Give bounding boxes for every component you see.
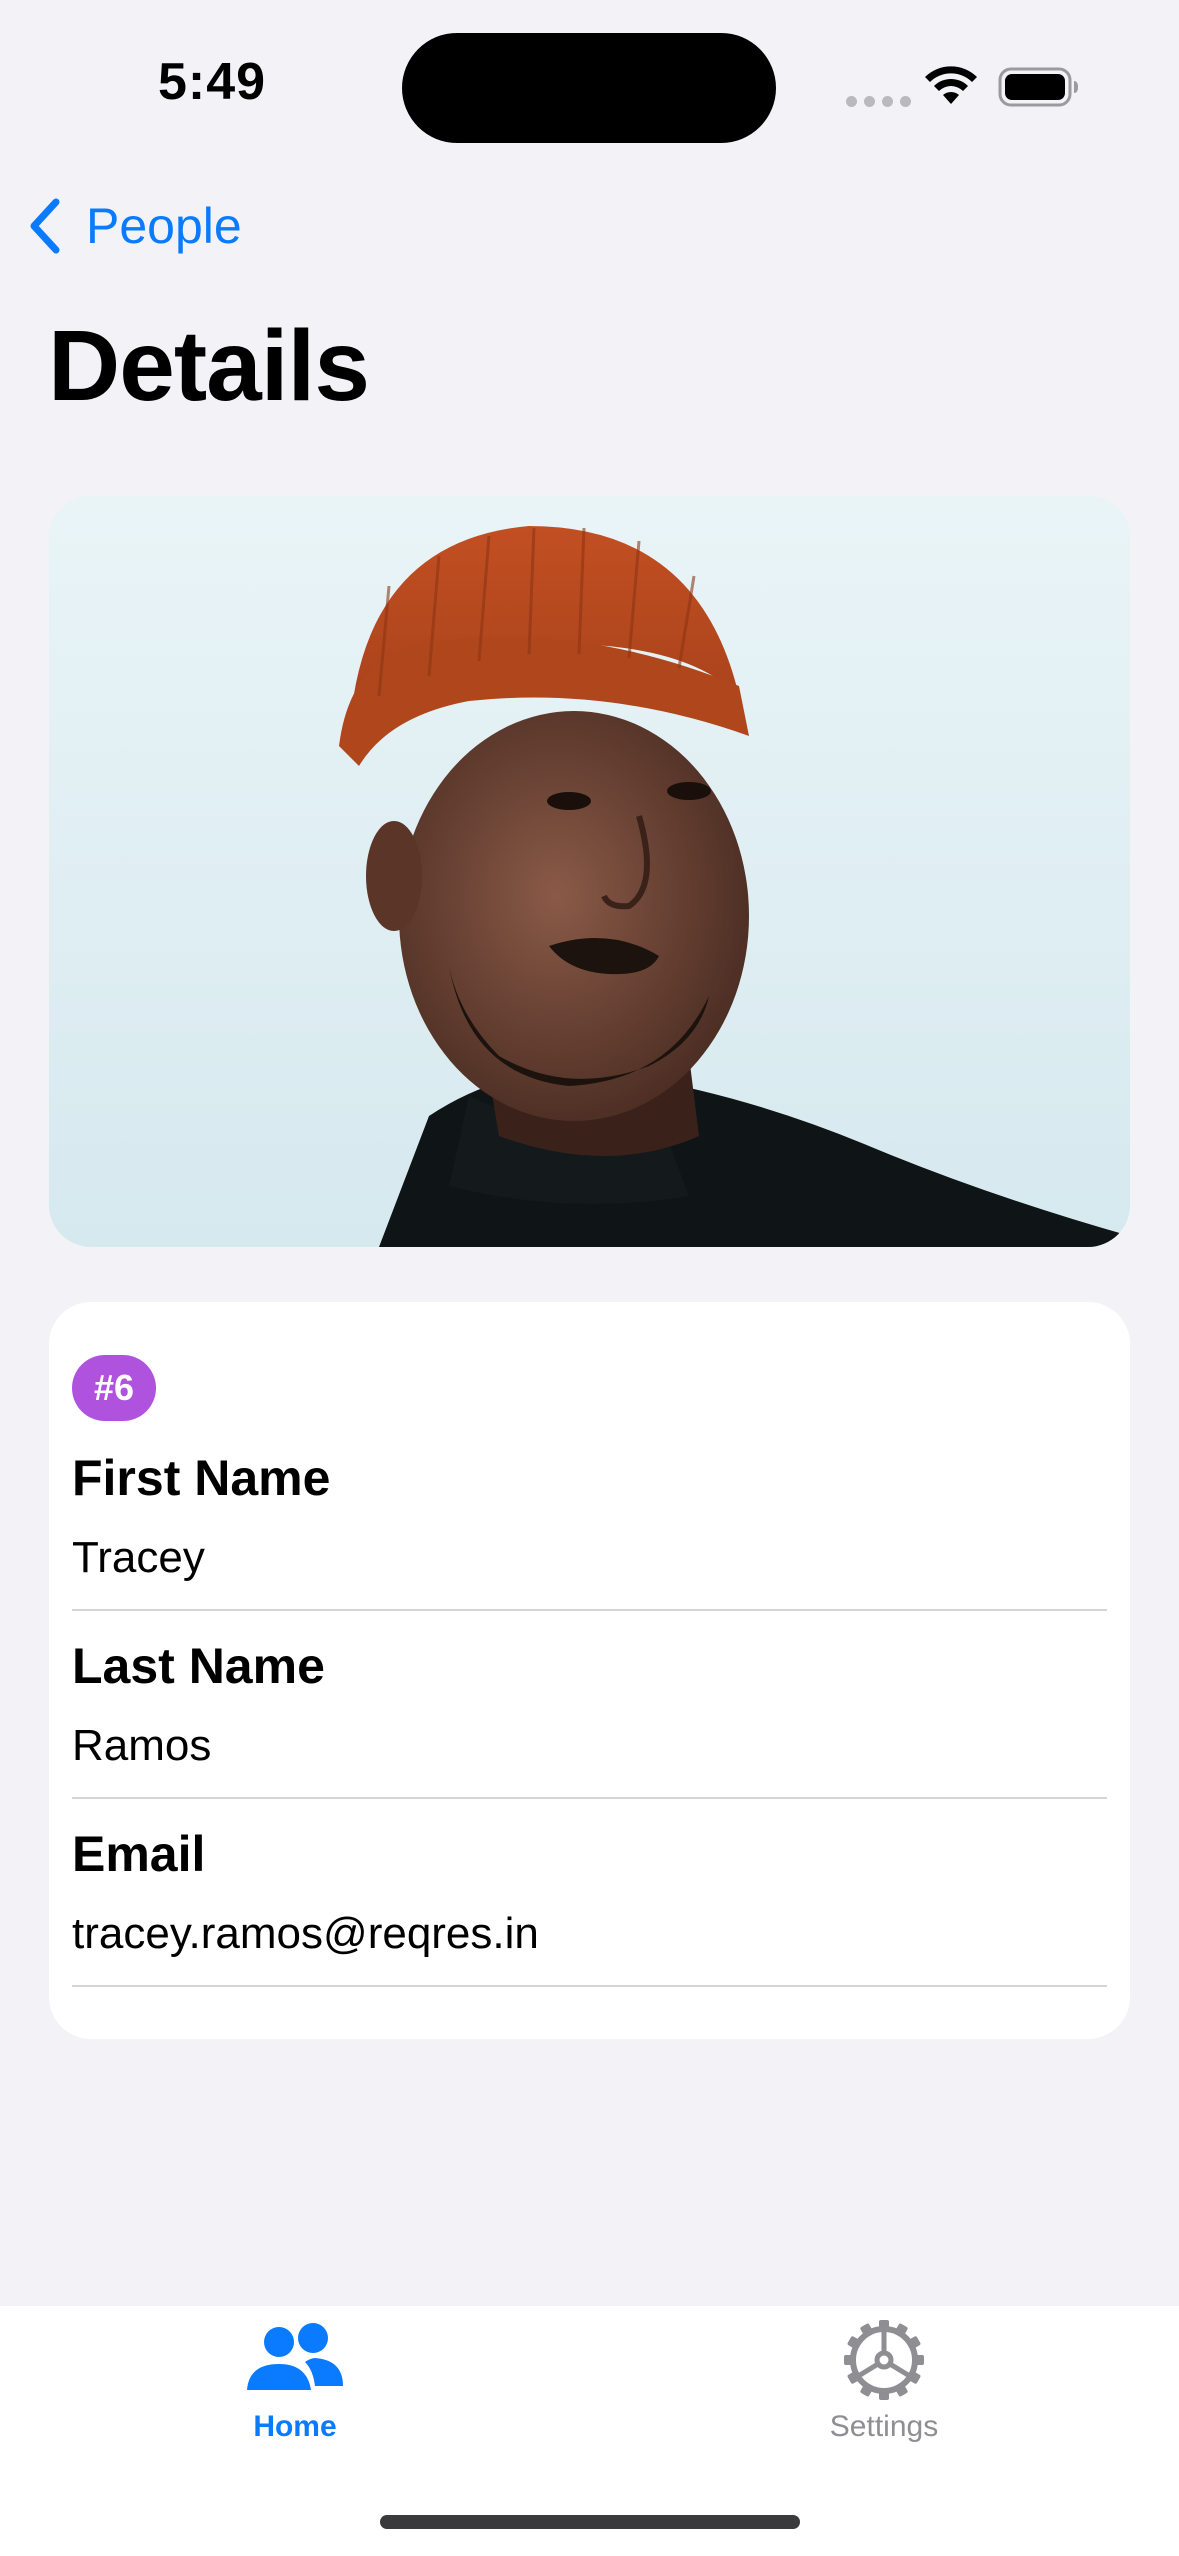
divider [72, 1797, 1107, 1799]
last-name-value: Ramos [72, 1721, 212, 1770]
cellular-signal-icon [846, 96, 911, 107]
first-name-value: Tracey [72, 1533, 205, 1582]
divider [72, 1609, 1107, 1611]
chevron-left-icon [30, 198, 60, 254]
first-name-label: First Name [72, 1450, 331, 1506]
email-value: tracey.ramos@reqres.in [72, 1909, 539, 1958]
divider [72, 1985, 1107, 1987]
gear-icon [844, 2320, 924, 2400]
profile-photo [49, 496, 1130, 1247]
tab-settings[interactable]: Settings [764, 2320, 1004, 2444]
back-button[interactable]: People [24, 196, 242, 256]
tab-home-label: Home [253, 2410, 337, 2443]
email-label: Email [72, 1826, 206, 1882]
back-button-label: People [86, 198, 242, 254]
id-badge: #6 [72, 1355, 156, 1421]
people-icon [247, 2323, 343, 2390]
dynamic-island [402, 33, 776, 143]
tab-home[interactable]: Home [175, 2320, 415, 2444]
battery-icon [998, 67, 1078, 107]
tab-settings-label: Settings [829, 2410, 939, 2443]
last-name-label: Last Name [72, 1638, 325, 1694]
home-indicator[interactable] [380, 2515, 800, 2529]
wifi-icon [925, 66, 977, 104]
page-title: Details [48, 310, 370, 422]
status-time: 5:49 [158, 53, 267, 111]
